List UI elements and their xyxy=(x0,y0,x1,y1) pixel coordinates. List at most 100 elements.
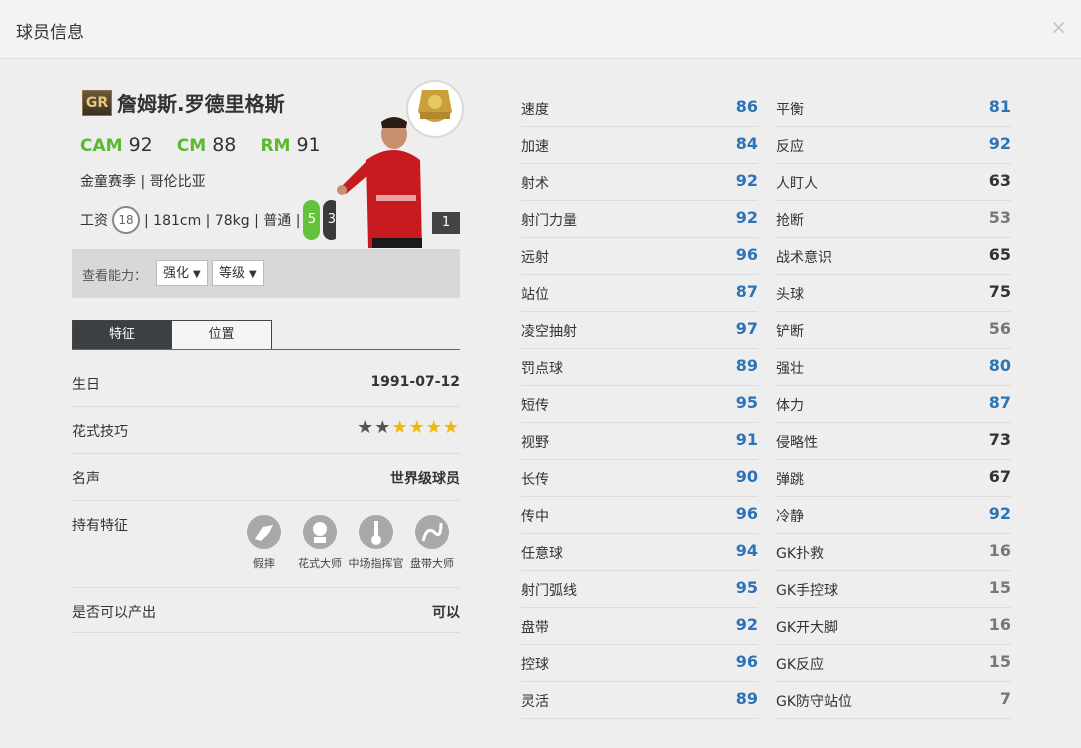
dropdown-arrow-icon: ▼ xyxy=(249,269,257,280)
golden-rookies-badge-icon xyxy=(406,80,464,138)
traits-row: 持有特征 假摔 花式大师 中场指挥官 盘带大师 xyxy=(72,501,460,588)
dribble-master-icon xyxy=(415,515,449,549)
stat-value: 56 xyxy=(988,319,1011,338)
stat-row: 反应 92 xyxy=(776,126,1011,164)
produce-value: 可以 xyxy=(432,605,460,621)
stat-name: 人盯人 xyxy=(776,176,818,192)
trait-dive[interactable]: 假摔 xyxy=(236,515,292,571)
enhance-select[interactable]: 强化 ▼ xyxy=(156,260,208,286)
stat-value: 96 xyxy=(735,245,758,264)
stat-name: 灵活 xyxy=(521,694,549,710)
stat-name: GK手控球 xyxy=(776,583,839,599)
stat-value: 73 xyxy=(988,430,1011,449)
stat-name: 弹跳 xyxy=(776,472,804,488)
skill-moves-label: 花式技巧 xyxy=(72,424,128,440)
stat-row: 速度 86 xyxy=(521,89,758,127)
position-rm: RM 91 xyxy=(260,134,321,156)
stat-row: 平衡 81 xyxy=(776,89,1011,127)
stat-row: 站位 87 xyxy=(521,274,758,312)
close-icon[interactable]: × xyxy=(1050,15,1067,39)
stat-value: 63 xyxy=(988,171,1011,190)
fame-row: 名声 世界级球员 xyxy=(72,454,460,501)
stat-name: 侵略性 xyxy=(776,435,818,451)
body-info: | 181cm | 78kg | 普通 | xyxy=(144,213,301,229)
produce-label: 是否可以产出 xyxy=(72,605,156,621)
stat-row: 人盯人 63 xyxy=(776,163,1011,201)
position-cam: CAM 92 xyxy=(80,134,153,156)
stat-value: 92 xyxy=(735,615,758,634)
stat-row: 传中 96 xyxy=(521,496,758,534)
stat-name: 站位 xyxy=(521,287,549,303)
stat-value: 92 xyxy=(735,171,758,190)
stat-name: 冷静 xyxy=(776,509,804,525)
stat-value: 95 xyxy=(735,393,758,412)
info-tabs: 特征 位置 xyxy=(72,320,272,350)
stat-name: 短传 xyxy=(521,398,549,414)
stat-row: 加速 84 xyxy=(521,126,758,164)
tab-positions[interactable]: 位置 xyxy=(172,320,272,350)
stat-value: 94 xyxy=(735,541,758,560)
fame-value: 世界级球员 xyxy=(390,471,460,487)
stat-row: 强壮 80 xyxy=(776,348,1011,386)
stat-value: 7 xyxy=(999,689,1011,708)
stat-row: 任意球 94 xyxy=(521,533,758,571)
tab-traits[interactable]: 特征 xyxy=(72,320,172,350)
stat-value: 92 xyxy=(988,134,1011,153)
stat-row: 战术意识 65 xyxy=(776,237,1011,275)
stat-name: 射门弧线 xyxy=(521,583,577,599)
stat-value: 95 xyxy=(735,578,758,597)
position-ratings: CAM 92 CM 88 RM 91 xyxy=(80,134,339,156)
stat-name: GK开大脚 xyxy=(776,620,839,636)
stat-value: 87 xyxy=(988,393,1011,412)
season-nation: 金童赛季 | 哥伦比亚 xyxy=(80,174,206,190)
trait-dribble-master[interactable]: 盘带大师 xyxy=(404,515,460,571)
player-info-line: 工资 18 | 181cm | 78kg | 普通 | 5 3 xyxy=(80,200,341,240)
flair-master-icon xyxy=(303,515,337,549)
stat-name: 射术 xyxy=(521,176,549,192)
stat-value: 16 xyxy=(988,541,1011,560)
stat-value: 92 xyxy=(735,208,758,227)
left-foot-icon: 5 xyxy=(303,200,321,240)
stat-name: 强壮 xyxy=(776,361,804,377)
player-name: 詹姆斯.罗德里格斯 xyxy=(117,92,285,116)
stat-value: 84 xyxy=(735,134,758,153)
stat-value: 81 xyxy=(988,97,1011,116)
stat-row: 凌空抽射 97 xyxy=(521,311,758,349)
stat-value: 53 xyxy=(988,208,1011,227)
stat-row: GK开大脚 16 xyxy=(776,607,1011,645)
stat-value: 89 xyxy=(735,689,758,708)
stat-name: GK反应 xyxy=(776,657,825,673)
stat-value: 86 xyxy=(735,97,758,116)
dropdown-arrow-icon: ▼ xyxy=(193,269,201,280)
stat-name: 加速 xyxy=(521,139,549,155)
stat-value: 16 xyxy=(988,615,1011,634)
stat-row: 罚点球 89 xyxy=(521,348,758,386)
trait-midfield-commander[interactable]: 中场指挥官 xyxy=(348,515,404,571)
skill-stars: ★★★★★★ xyxy=(357,417,460,438)
star-icon: ★ xyxy=(374,417,392,438)
star-icon: ★ xyxy=(408,417,426,438)
stat-row: 盘带 92 xyxy=(521,607,758,645)
star-icon: ★ xyxy=(391,417,409,438)
stat-value: 91 xyxy=(735,430,758,449)
stat-row: 侵略性 73 xyxy=(776,422,1011,460)
stat-value: 80 xyxy=(988,356,1011,375)
stat-row: 体力 87 xyxy=(776,385,1011,423)
wage-badge: 18 xyxy=(112,206,140,234)
stat-name: 凌空抽射 xyxy=(521,324,577,340)
position-cm: CM 88 xyxy=(176,134,237,156)
stat-value: 90 xyxy=(735,467,758,486)
stat-value: 97 xyxy=(735,319,758,338)
traits-label: 持有特征 xyxy=(72,518,128,534)
trait-flair-master[interactable]: 花式大师 xyxy=(292,515,348,571)
stat-name: 长传 xyxy=(521,472,549,488)
skill-moves-row: 花式技巧 ★★★★★★ xyxy=(72,407,460,454)
dive-icon xyxy=(247,515,281,549)
level-select[interactable]: 等级 ▼ xyxy=(212,260,264,286)
stat-row: 抢断 53 xyxy=(776,200,1011,238)
stat-row: 控球 96 xyxy=(521,644,758,682)
window-title: 球员信息 xyxy=(16,23,84,43)
stat-value: 92 xyxy=(988,504,1011,523)
stat-name: 铲断 xyxy=(776,324,804,340)
stat-name: GK防守站位 xyxy=(776,694,853,710)
